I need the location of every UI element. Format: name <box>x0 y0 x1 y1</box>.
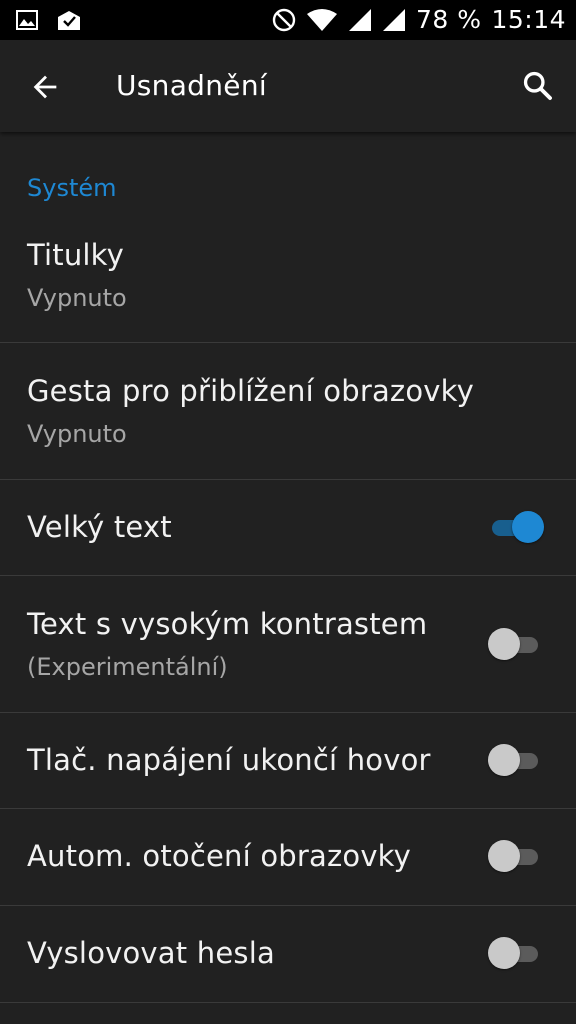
power-button-ends-call-switch[interactable] <box>488 744 544 778</box>
clock-time: 15:14 <box>491 5 566 34</box>
speak-passwords-switch[interactable] <box>488 937 544 971</box>
status-bar: 78 % 15:14 <box>0 0 576 40</box>
pref-item-magnification-gestures[interactable]: Gesta pro přiblížení obrazovky Vypnuto <box>0 344 576 480</box>
pref-item-power-button-ends-call[interactable]: Tlač. napájení ukončí hovor <box>0 713 576 809</box>
status-left-icons <box>16 9 82 31</box>
section-header-system: Systém <box>27 174 117 202</box>
high-contrast-text-switch[interactable] <box>488 628 544 662</box>
pref-title: Autom. otočení obrazovky <box>27 839 412 873</box>
pref-title: Velký text <box>27 510 172 544</box>
pref-item-speak-passwords[interactable]: Vyslovovat hesla <box>0 906 576 1003</box>
pref-title: Titulky <box>27 238 125 272</box>
pref-title: Gesta pro přiblížení obrazovky <box>27 374 474 408</box>
pref-summary: Vypnuto <box>27 420 127 448</box>
mail-check-icon <box>56 9 82 31</box>
auto-rotate-screen-switch[interactable] <box>488 840 544 874</box>
search-icon <box>520 68 556 104</box>
app-bar: Usnadnění <box>0 40 576 132</box>
status-right-icons: 78 % 15:14 <box>272 0 566 40</box>
pref-summary: Vypnuto <box>27 284 127 312</box>
image-icon <box>16 10 38 30</box>
pref-title: Vyslovovat hesla <box>27 936 275 970</box>
back-button[interactable] <box>28 70 62 104</box>
large-text-switch[interactable] <box>488 511 544 545</box>
pref-summary: (Experimentální) <box>27 653 228 681</box>
pref-item-large-text[interactable]: Velký text <box>0 480 576 576</box>
battery-percentage: 78 % <box>415 5 482 34</box>
signal-icon <box>348 8 372 32</box>
switch-thumb <box>512 511 544 543</box>
pref-item-captions[interactable]: Titulky Vypnuto <box>0 230 576 343</box>
wifi-icon <box>306 8 338 32</box>
do-not-disturb-icon <box>272 8 296 32</box>
pref-title: Tlač. napájení ukončí hovor <box>27 743 431 777</box>
switch-thumb <box>488 744 520 776</box>
pref-title: Text s vysokým kontrastem <box>27 607 428 641</box>
pref-item-auto-rotate-screen[interactable]: Autom. otočení obrazovky <box>0 809 576 906</box>
search-button[interactable] <box>520 68 556 104</box>
arrow-back-icon <box>28 70 62 104</box>
page-title: Usnadnění <box>116 69 267 102</box>
switch-thumb <box>488 628 520 660</box>
pref-item-high-contrast-text[interactable]: Text s vysokým kontrastem (Experimentáln… <box>0 577 576 713</box>
signal-icon-2 <box>382 8 406 32</box>
switch-thumb <box>488 937 520 969</box>
switch-thumb <box>488 840 520 872</box>
